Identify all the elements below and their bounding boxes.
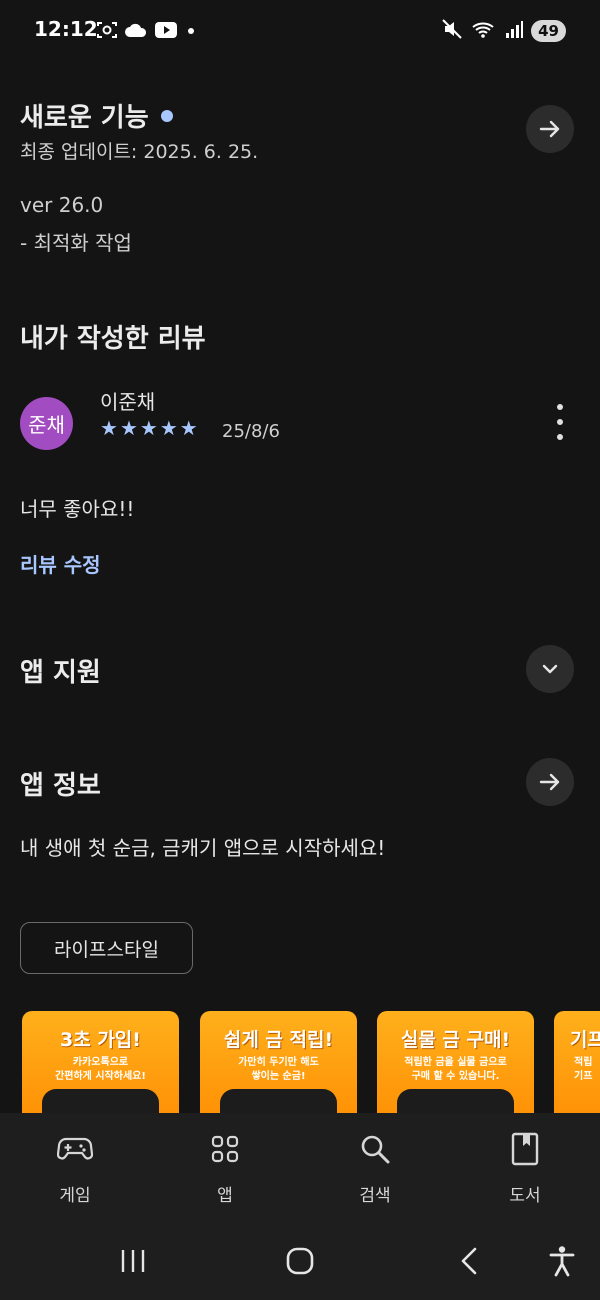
review-date: 25/8/6: [222, 421, 280, 442]
screenshot-desc: 가만히 두기만 해도 쌓이는 순금!: [238, 1057, 319, 1082]
release-note: - 최적화 작업: [20, 231, 132, 255]
star-icon: ★: [119, 416, 138, 440]
app-description: 내 생애 첫 순금, 금캐기 앱으로 시작하세요!: [20, 836, 386, 860]
screenshot-card[interactable]: 기프 적립 기프: [554, 1011, 600, 1113]
star-icon: ★: [100, 416, 118, 440]
screenshot-carousel[interactable]: 3초 가입! 카카오톡으로 간편하게 시작하세요! 쉽게 금 적립! 가만히 두기…: [22, 1011, 600, 1113]
category-chip[interactable]: 라이프스타일: [20, 922, 193, 974]
app-support-title[interactable]: 앱 지원: [20, 652, 101, 689]
arrow-right-icon: [539, 773, 560, 791]
nav-label: 앱: [217, 1186, 233, 1206]
nav-item-games[interactable]: 게임: [25, 1131, 125, 1206]
edit-review-link[interactable]: 리뷰 수정: [20, 549, 101, 578]
rating-stars: ★ ★ ★ ★ ★: [100, 416, 198, 440]
whats-new-title[interactable]: 새로운 기능: [20, 97, 173, 134]
screenshot-card[interactable]: 실물 금 구매! 적립한 금을 실물 금으로 구매 할 수 있습니다.: [377, 1011, 534, 1113]
gamepad-icon: [25, 1131, 125, 1167]
arrow-right-icon: [539, 120, 560, 138]
bottom-navigation: 게임 앱 검색 도서: [0, 1113, 600, 1225]
apps-grid-icon: [175, 1131, 275, 1167]
screenshot-title: 실물 금 구매!: [400, 1029, 511, 1051]
star-icon: ★: [139, 416, 158, 440]
mute-icon: [441, 18, 463, 44]
app-info-title[interactable]: 앱 정보: [20, 765, 101, 802]
battery-indicator: 49: [531, 20, 566, 42]
more-options-icon[interactable]: [548, 404, 572, 440]
screenshot-card[interactable]: 쉽게 금 적립! 가만히 두기만 해도 쌓이는 순금!: [200, 1011, 357, 1113]
screenshot-title: 3초 가입!: [60, 1029, 141, 1051]
phone-mockup: [220, 1089, 337, 1113]
nav-item-search[interactable]: 검색: [325, 1131, 425, 1206]
back-icon[interactable]: [456, 1243, 482, 1279]
signal-icon: [505, 19, 524, 43]
screenshot-title: 기프: [570, 1029, 600, 1051]
nav-item-books[interactable]: 도서: [475, 1131, 575, 1206]
review-text: 너무 좋아요!!: [20, 497, 135, 521]
screenshot-card[interactable]: 3초 가입! 카카오톡으로 간편하게 시작하세요!: [22, 1011, 179, 1113]
wifi-5g-icon: [471, 18, 497, 44]
whats-new-arrow-button[interactable]: [526, 105, 574, 153]
my-review-title: 내가 작성한 리뷰: [20, 324, 206, 354]
status-bar: 12:12 49: [0, 0, 600, 60]
dot-icon: [184, 21, 198, 43]
whats-new-title-text: 새로운 기능: [20, 103, 149, 133]
screenshot-desc: 카카오톡으로 간편하게 시작하세요!: [55, 1057, 146, 1082]
screenshot-desc: 적립한 금을 실물 금으로 구매 할 수 있습니다.: [404, 1057, 507, 1082]
last-updated: 최종 업데이트: 2025. 6. 25.: [20, 141, 259, 163]
screenshot-title: 쉽게 금 적립!: [223, 1029, 334, 1051]
accessibility-icon[interactable]: [548, 1243, 576, 1279]
nav-item-apps[interactable]: 앱: [175, 1131, 275, 1206]
cloud-icon: [124, 21, 148, 43]
nav-label: 도서: [509, 1186, 541, 1206]
status-right-icons: 49: [441, 18, 566, 44]
screenshot-icon: [96, 20, 118, 44]
nav-label: 검색: [359, 1186, 391, 1206]
screenshot-desc: 적립 기프: [574, 1057, 593, 1082]
home-icon[interactable]: [284, 1243, 316, 1279]
reviewer-name: 이준채: [100, 390, 156, 414]
system-navigation-bar: [0, 1225, 600, 1300]
version-text: ver 26.0: [20, 193, 104, 217]
avatar: 준채: [20, 397, 73, 450]
book-icon: [475, 1131, 575, 1167]
app-support-expand-button[interactable]: [526, 645, 574, 693]
chevron-down-icon: [542, 664, 558, 674]
recent-apps-icon[interactable]: [118, 1243, 148, 1279]
search-icon: [325, 1131, 425, 1167]
star-icon: ★: [159, 416, 178, 440]
youtube-icon: [154, 21, 178, 43]
nav-label: 게임: [59, 1186, 91, 1206]
phone-mockup: [42, 1089, 159, 1113]
star-icon: ★: [179, 416, 198, 440]
status-time: 12:12: [34, 17, 98, 41]
app-info-arrow-button[interactable]: [526, 758, 574, 806]
new-indicator-dot: [160, 109, 173, 122]
status-left-icons: [96, 20, 198, 44]
phone-mockup: [397, 1089, 514, 1113]
